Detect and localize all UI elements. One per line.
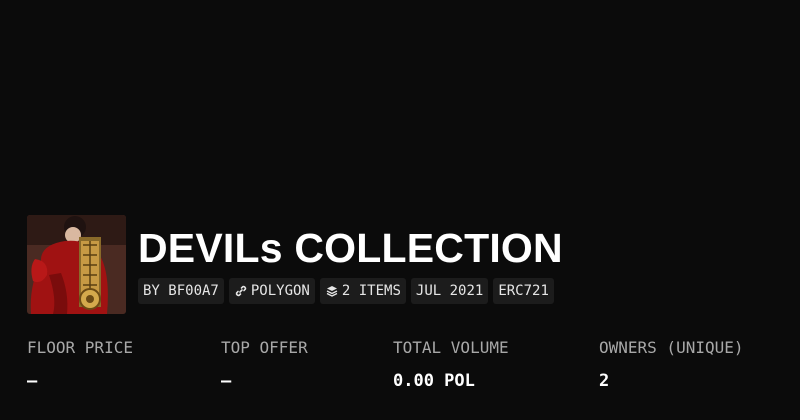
- collection-stats: FLOOR PRICE — TOP OFFER — TOTAL VOLUME 0…: [0, 338, 800, 408]
- owners-value: 2: [599, 371, 610, 391]
- standard-chip: ERC721: [493, 278, 554, 304]
- creator-chip[interactable]: BY BF00A7: [138, 278, 224, 304]
- owners-label: OWNERS (UNIQUE): [599, 338, 744, 357]
- chain-chip[interactable]: POLYGON: [228, 278, 315, 304]
- owners-stat: OWNERS (UNIQUE) 2: [599, 338, 744, 391]
- collection-title: DEVILs COLLECTION: [138, 225, 563, 271]
- creator-chip-label: BY BF00A7: [143, 283, 219, 299]
- date-chip: JUL 2021: [410, 278, 489, 304]
- chain-chip-label: POLYGON: [250, 283, 310, 299]
- collection-avatar-image: [27, 215, 126, 314]
- floor-price-value: —: [27, 371, 38, 391]
- total-volume-label: TOTAL VOLUME: [393, 338, 509, 357]
- date-chip-label: JUL 2021: [415, 283, 484, 299]
- top-offer-value: —: [221, 371, 232, 391]
- collection-meta-chips: BY BF00A7 POLYGON 2 ITEMS JUL 2021 ERC72…: [138, 278, 554, 304]
- floor-price-stat: FLOOR PRICE —: [27, 338, 133, 391]
- total-volume-stat: TOTAL VOLUME 0.00 POL: [393, 338, 509, 391]
- top-offer-stat: TOP OFFER —: [221, 338, 308, 391]
- top-offer-label: TOP OFFER: [221, 338, 308, 357]
- link-icon: [234, 284, 248, 298]
- standard-chip-label: ERC721: [498, 283, 549, 299]
- items-chip-label: 2 ITEMS: [341, 283, 401, 299]
- total-volume-value: 0.00 POL: [393, 371, 475, 391]
- floor-price-label: FLOOR PRICE: [27, 338, 133, 357]
- items-chip[interactable]: 2 ITEMS: [319, 278, 406, 304]
- collection-avatar: [27, 215, 126, 314]
- layers-icon: [325, 284, 339, 298]
